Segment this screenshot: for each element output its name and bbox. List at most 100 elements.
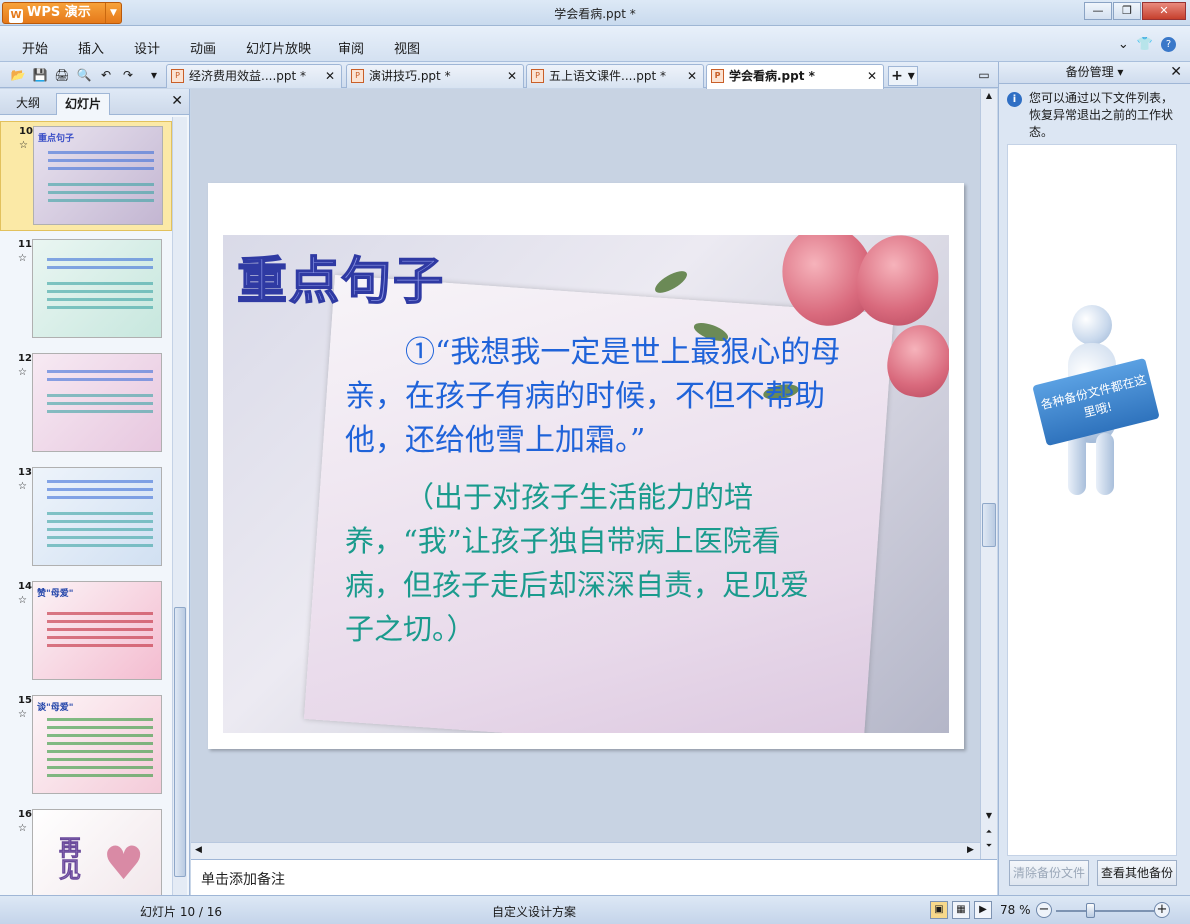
editor-horizontal-scrollbar[interactable]: ◀ ▶	[191, 842, 980, 859]
view-other-backups-button[interactable]: 查看其他备份	[1097, 860, 1177, 886]
slide-title: 重点句子	[236, 250, 445, 311]
close-panel-icon[interactable]: ✕	[171, 93, 183, 109]
scroll-left-icon[interactable]: ◀	[195, 845, 202, 855]
close-panel-icon[interactable]: ✕	[1170, 62, 1182, 82]
tab-slides[interactable]: 幻灯片	[56, 93, 111, 115]
slideshow-icon[interactable]: ▶	[974, 901, 992, 919]
slide-canvas[interactable]: 重点句子 ①“我想我一定是世上最狠心的母亲，在孩子有病的时候，不但不帮助他，还给…	[208, 183, 964, 749]
maximize-button[interactable]: ❐	[1113, 2, 1141, 20]
slide-editor: 重点句子 ①“我想我一定是世上最狠心的母亲，在孩子有病的时候，不但不帮助他，还给…	[191, 89, 997, 859]
thumbnail-title: 谈"母爱"	[37, 703, 74, 713]
chevron-down-icon[interactable]: ▾	[1117, 65, 1123, 79]
zoom-slider-knob[interactable]	[1086, 903, 1095, 918]
close-tab-icon[interactable]: ✕	[687, 65, 697, 87]
title-bar: W WPS 演示 ▼ 学会看病.ppt * — ❐ ✕	[0, 0, 1190, 26]
thumbnail-title: 重点句子	[38, 134, 75, 144]
redo-icon[interactable]: ↷	[120, 67, 136, 83]
explanation-text: （出于对孩子生活能力的培养，“我”让孩子独自带病上医院看病，但孩子走后却深深自责…	[345, 480, 810, 646]
backup-panel: 备份管理 ▾ ✕ i 您可以通过以下文件列表，恢复异常退出之前的工作状态。 各种…	[998, 62, 1190, 895]
scroll-thumb[interactable]	[982, 503, 996, 547]
document-tab-bar: 📂 💾 🖨 🔍 ↶ ↷ ▾ P 经济费用效益....ppt * ✕ P 演讲技巧…	[0, 62, 1000, 89]
ppt-file-icon: P	[711, 69, 724, 83]
menu-home[interactable]: 开始	[22, 38, 48, 57]
scroll-right-icon[interactable]: ▶	[967, 845, 974, 855]
menu-view[interactable]: 视图	[394, 38, 420, 57]
menu-animation[interactable]: 动画	[190, 38, 216, 57]
close-tab-icon[interactable]: ✕	[867, 65, 877, 87]
animation-star-icon: ☆	[18, 253, 27, 264]
close-tab-icon[interactable]: ✕	[507, 65, 517, 87]
scroll-down-icon[interactable]: ▼	[981, 811, 997, 820]
ppt-file-icon: P	[531, 69, 544, 83]
zoom-out-icon[interactable]: −	[1036, 902, 1052, 918]
open-folder-icon[interactable]: 📂	[10, 67, 26, 83]
tab-outline[interactable]: 大纲	[8, 93, 48, 115]
new-tab-button[interactable]: + ▾	[888, 66, 918, 86]
menu-insert[interactable]: 插入	[78, 38, 104, 57]
slide-thumbnail-10[interactable]: 10 ☆ 重点句子	[0, 121, 172, 231]
animation-star-icon: ☆	[18, 595, 27, 606]
menu-review[interactable]: 审阅	[338, 38, 364, 57]
zoom-slider[interactable]	[1056, 910, 1154, 912]
tab-learn-see-doctor[interactable]: P 学会看病.ppt * ✕	[706, 64, 884, 89]
slide-sorter-icon[interactable]: ▦	[952, 901, 970, 919]
next-slide-icon[interactable]: ⏷	[981, 841, 997, 851]
slide-thumbnail-16[interactable]: 16 ☆ 再见 ♥	[0, 805, 172, 895]
window-title: 学会看病.ppt *	[554, 7, 636, 21]
tab-label: 学会看病.ppt *	[729, 69, 815, 83]
animation-star-icon: ☆	[18, 367, 27, 378]
mascot-illustration: 各种备份文件都在这里哦!	[1032, 305, 1168, 505]
menu-slideshow[interactable]: 幻灯片放映	[246, 38, 311, 57]
toolbar-more-icon[interactable]: ▾	[146, 67, 162, 83]
window-layout-icon[interactable]: ▭	[976, 67, 992, 83]
close-window-button[interactable]: ✕	[1142, 2, 1186, 20]
slide-thumbnail-12[interactable]: 12 ☆	[0, 349, 172, 459]
menu-design[interactable]: 设计	[134, 38, 160, 57]
ppt-file-icon: P	[351, 69, 364, 83]
help-icon[interactable]: ?	[1161, 37, 1176, 52]
slides-scrollbar[interactable]	[172, 117, 187, 895]
editor-vertical-scrollbar[interactable]: ▲ ▼ ⏶ ⏷	[980, 89, 997, 859]
slide-number: 11	[18, 239, 32, 250]
skin-icon[interactable]: 👕	[1137, 37, 1153, 52]
slide-counter: 幻灯片 10 / 16	[140, 905, 223, 919]
tab-economic-cost[interactable]: P 经济费用效益....ppt * ✕	[166, 64, 342, 88]
backup-panel-title[interactable]: 备份管理	[1066, 65, 1114, 79]
clear-backup-button[interactable]: 清除备份文件	[1009, 860, 1089, 886]
slide-thumbnail-11[interactable]: 11 ☆	[0, 235, 172, 345]
slide-thumbnail-14[interactable]: 14 ☆ 赞"母爱"	[0, 577, 172, 687]
minimize-button[interactable]: —	[1084, 2, 1112, 20]
slides-panel: 大纲 幻灯片 ✕ 10 ☆ 重点句子 11 ☆ 12 ☆ 13 ☆ 14 ☆ 赞…	[0, 89, 190, 895]
scroll-up-icon[interactable]: ▲	[981, 91, 997, 100]
scroll-thumb[interactable]	[174, 607, 186, 877]
backup-info-text: 您可以通过以下文件列表，恢复异常退出之前的工作状态。	[1029, 91, 1174, 139]
slide-content: 重点句子 ①“我想我一定是世上最狠心的母亲，在孩子有病的时候，不但不帮助他，还给…	[223, 235, 949, 733]
tab-label: 演讲技巧.ppt *	[369, 69, 451, 83]
status-bar: 幻灯片 10 / 16 自定义设计方案 ▣ ▦ ▶ 78 % − +	[0, 895, 1190, 924]
save-icon[interactable]: 💾	[32, 67, 48, 83]
design-scheme[interactable]: 自定义设计方案	[492, 903, 576, 920]
notes-pane[interactable]: 单击添加备注	[191, 859, 997, 895]
slide-thumbnail-15[interactable]: 15 ☆ 谈"母爱"	[0, 691, 172, 801]
zoom-in-icon[interactable]: +	[1154, 902, 1170, 918]
tab-speech-skills[interactable]: P 演讲技巧.ppt * ✕	[346, 64, 524, 88]
notes-placeholder: 单击添加备注	[201, 872, 285, 888]
tab-label: 经济费用效益....ppt *	[189, 69, 307, 83]
undo-icon[interactable]: ↶	[98, 67, 114, 83]
slide-number: 15	[18, 695, 32, 706]
ribbon-collapse-icon[interactable]: ⌄	[1118, 37, 1129, 52]
slide-number: 14	[18, 581, 32, 592]
menu-bar: 开始 插入 设计 动画 幻灯片放映 审阅 视图 ⌄ 👕 ?	[0, 26, 1190, 62]
tab-chinese-courseware[interactable]: P 五上语文课件....ppt * ✕	[526, 64, 704, 88]
close-tab-icon[interactable]: ✕	[325, 65, 335, 87]
zoom-level: 78 %	[1000, 903, 1031, 917]
thumbnail-title: 再见	[55, 836, 81, 881]
print-icon[interactable]: 🖨	[54, 67, 70, 83]
animation-star-icon: ☆	[19, 140, 28, 151]
tab-label: 五上语文课件....ppt *	[549, 69, 667, 83]
normal-view-icon[interactable]: ▣	[930, 901, 948, 919]
backup-file-list[interactable]: 各种备份文件都在这里哦!	[1007, 144, 1177, 856]
print-preview-icon[interactable]: 🔍	[76, 67, 92, 83]
prev-slide-icon[interactable]: ⏶	[981, 827, 997, 837]
slide-thumbnail-13[interactable]: 13 ☆	[0, 463, 172, 573]
